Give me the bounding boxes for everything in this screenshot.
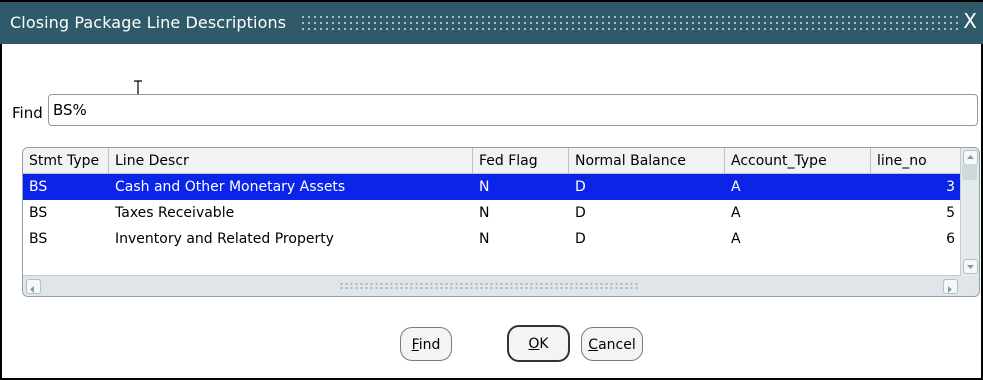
column-header-stmt-type[interactable]: Stmt Type: [23, 148, 109, 174]
cancel-button-mnemonic: C: [588, 337, 599, 353]
scroll-right-icon[interactable]: [943, 279, 958, 294]
scroll-down-icon[interactable]: [963, 259, 978, 274]
scrollbar-corner: [961, 276, 979, 296]
cell-line-descr: Cash and Other Monetary Assets: [115, 179, 346, 195]
column-header-line-descr[interactable]: Line Descr: [109, 148, 473, 174]
cancel-button-label: ancel: [598, 337, 636, 353]
find-button[interactable]: Find: [400, 327, 452, 361]
scroll-up-icon[interactable]: [963, 150, 978, 165]
column-header-fed-flag[interactable]: Fed Flag: [473, 148, 569, 174]
cell-stmt-type: BS: [29, 205, 48, 221]
find-button-label: ind: [418, 337, 441, 353]
horizontal-scroll-thumb[interactable]: [339, 282, 639, 291]
vertical-scroll-thumb[interactable]: [962, 164, 977, 180]
column-header-line-no[interactable]: line_no: [871, 148, 961, 174]
cell-line-no: 5: [946, 205, 955, 221]
find-input[interactable]: [48, 94, 978, 126]
cell-account-type: A: [731, 179, 741, 195]
cell-account-type: A: [731, 231, 741, 247]
cell-line-descr: Taxes Receivable: [115, 205, 235, 221]
column-header-normal-balance[interactable]: Normal Balance: [569, 148, 725, 174]
find-button-mnemonic: F: [411, 337, 419, 353]
cell-line-no: 3: [946, 179, 955, 195]
cancel-button[interactable]: Cancel: [581, 327, 643, 361]
ok-button[interactable]: OK: [507, 325, 570, 362]
title-bar-grip: [300, 14, 960, 32]
ok-button-label: K: [539, 336, 549, 352]
table-header: Stmt Type Line Descr Fed Flag Normal Bal…: [23, 148, 961, 174]
scroll-left-icon[interactable]: [26, 279, 41, 294]
cell-fed-flag: N: [479, 205, 490, 221]
ok-button-mnemonic: O: [528, 336, 540, 352]
window-title: Closing Package Line Descriptions: [10, 13, 287, 32]
table-row[interactable]: BS Taxes Receivable N D A 5: [23, 200, 961, 226]
cell-fed-flag: N: [479, 231, 490, 247]
cell-normal-balance: D: [575, 231, 586, 247]
horizontal-scrollbar[interactable]: [23, 275, 961, 296]
table-row[interactable]: BS Inventory and Related Property N D A …: [23, 226, 961, 252]
cell-stmt-type: BS: [29, 179, 48, 195]
cell-normal-balance: D: [575, 179, 586, 195]
cell-account-type: A: [731, 205, 741, 221]
close-icon[interactable]: X: [963, 11, 977, 31]
cell-line-descr: Inventory and Related Property: [115, 231, 334, 247]
find-label: Find: [12, 104, 43, 122]
cell-normal-balance: D: [575, 205, 586, 221]
vertical-scrollbar[interactable]: [960, 148, 979, 276]
cell-stmt-type: BS: [29, 231, 48, 247]
title-bar[interactable]: Closing Package Line Descriptions X: [0, 0, 983, 44]
column-header-account-type[interactable]: Account_Type: [725, 148, 871, 174]
table-row[interactable]: BS Cash and Other Monetary Assets N D A …: [23, 174, 961, 200]
cell-fed-flag: N: [479, 179, 490, 195]
results-table: Stmt Type Line Descr Fed Flag Normal Bal…: [22, 147, 980, 297]
cell-line-no: 6: [946, 231, 955, 247]
